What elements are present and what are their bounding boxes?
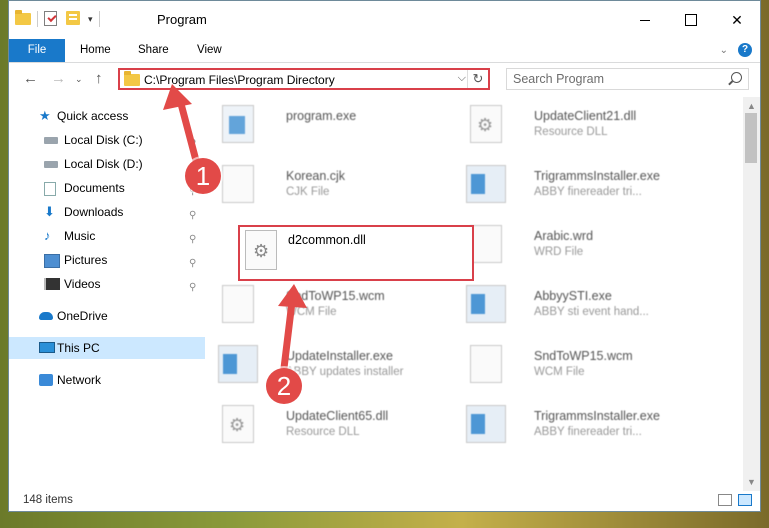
step-1-callout: 1 bbox=[185, 158, 221, 194]
annotation-arrows bbox=[163, 84, 307, 372]
arrow-to-address-bar bbox=[163, 84, 202, 172]
arrow-to-file bbox=[278, 284, 307, 372]
step-2-callout: 2 bbox=[266, 368, 302, 404]
